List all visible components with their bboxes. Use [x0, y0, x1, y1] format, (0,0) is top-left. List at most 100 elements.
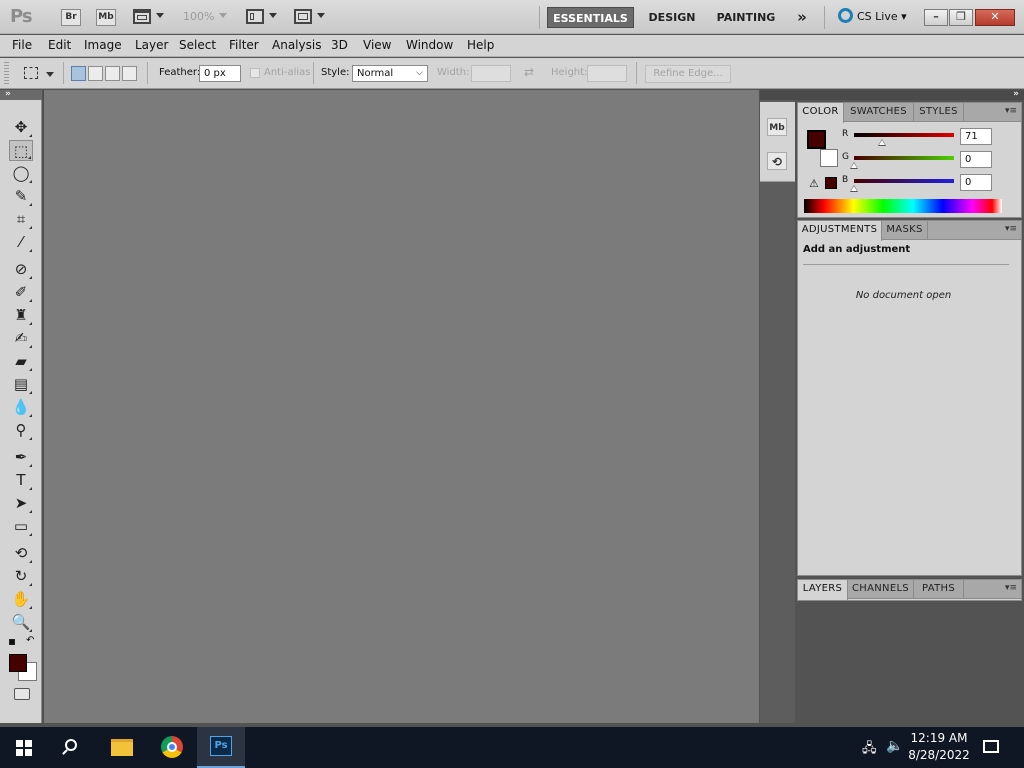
height-input[interactable]	[587, 65, 627, 82]
tool-preset-chevron-down-icon[interactable]	[46, 72, 54, 77]
tab-channels[interactable]: CHANNELS	[848, 580, 914, 599]
menu-analysis[interactable]: Analysis	[272, 38, 321, 52]
panel-menu-icon[interactable]: ▾≡	[1005, 224, 1017, 234]
tab-layers[interactable]: LAYERS	[798, 580, 848, 600]
zoom-tool[interactable]: 🔍	[9, 612, 33, 633]
history-panel-icon[interactable]: ⟲	[767, 152, 787, 170]
notifications-icon[interactable]	[983, 740, 999, 753]
path-selection-tool[interactable]: ➤	[9, 493, 33, 514]
width-input[interactable]	[471, 65, 511, 82]
3d-orbit-tool[interactable]: ↻	[9, 566, 33, 587]
view-extras-button[interactable]	[133, 9, 151, 24]
screen-mode-button[interactable]	[294, 9, 312, 24]
swap-colors-icon[interactable]: ↶	[26, 635, 34, 646]
menu-help[interactable]: Help	[467, 38, 494, 52]
volume-icon[interactable]: 🔈	[886, 738, 903, 754]
tools-panel-header[interactable]: »	[0, 89, 42, 100]
crop-tool[interactable]: ⌗	[9, 209, 33, 230]
channel-g-slider[interactable]	[854, 156, 954, 160]
arrange-documents-button[interactable]	[246, 9, 264, 24]
style-select[interactable]: Normal ⌵	[352, 65, 428, 82]
mini-bridge-button[interactable]: Mb	[96, 9, 116, 26]
network-icon[interactable]: 🖧	[862, 739, 877, 761]
clone-stamp-tool[interactable]: ♜	[9, 305, 33, 326]
shape-tool[interactable]: ▭	[9, 516, 33, 537]
tab-masks[interactable]: MASKS	[882, 221, 928, 240]
brush-tool[interactable]: ✐	[9, 282, 33, 303]
channel-g-thumb[interactable]	[850, 162, 858, 169]
channel-r-slider[interactable]	[854, 133, 954, 137]
anti-alias-checkbox[interactable]	[250, 68, 260, 78]
dock-header[interactable]	[760, 90, 795, 100]
type-tool[interactable]: T	[9, 470, 33, 491]
pen-tool[interactable]: ✒	[9, 447, 33, 468]
zoom-level[interactable]: 100%	[183, 10, 214, 23]
tab-styles[interactable]: STYLES	[914, 103, 964, 122]
workspace-painting[interactable]: PAINTING	[713, 7, 779, 28]
swap-icon[interactable]: ⇄	[524, 65, 534, 79]
zoom-chevron-down-icon[interactable]	[219, 13, 227, 18]
gamut-color-swatch[interactable]	[825, 177, 837, 189]
restore-button[interactable]: ❐	[949, 9, 973, 26]
start-button[interactable]	[0, 727, 48, 768]
lasso-tool[interactable]: ◯	[9, 163, 33, 184]
refine-edge-button[interactable]: Refine Edge...	[645, 65, 731, 83]
clock-time[interactable]: 12:19 AM	[908, 731, 970, 745]
menu-filter[interactable]: Filter	[229, 38, 259, 52]
tab-paths[interactable]: PATHS	[914, 580, 964, 599]
new-selection-button[interactable]	[71, 66, 86, 81]
menu-view[interactable]: View	[363, 38, 391, 52]
minimize-button[interactable]: –	[924, 9, 948, 26]
healing-brush-tool[interactable]: ⊘	[9, 259, 33, 280]
default-colors-icon[interactable]	[9, 639, 15, 645]
menu-edit[interactable]: Edit	[48, 38, 71, 52]
mini-bridge-panel-button[interactable]: Mb	[767, 118, 787, 136]
hand-tool[interactable]: ✋	[9, 589, 33, 610]
search-button[interactable]	[48, 727, 96, 768]
bridge-button[interactable]: Br	[61, 9, 81, 26]
clock-date[interactable]: 8/28/2022	[908, 748, 970, 762]
menu-image[interactable]: Image	[84, 38, 122, 52]
channel-b-slider[interactable]	[854, 179, 954, 183]
3d-rotate-tool[interactable]: ⟲	[9, 543, 33, 564]
workspace-design[interactable]: DESIGN	[644, 7, 700, 28]
chrome-button[interactable]	[148, 727, 196, 768]
screen-mode-chevron-down-icon[interactable]	[317, 13, 325, 18]
marquee-preset-icon[interactable]	[24, 67, 38, 79]
dodge-tool[interactable]: ⚲	[9, 420, 33, 441]
gradient-tool[interactable]: ▤	[9, 374, 33, 395]
collapse-icon[interactable]: »	[5, 89, 11, 99]
rectangular-marquee-tool[interactable]: ⬚	[9, 140, 33, 161]
add-to-selection-button[interactable]	[88, 66, 103, 81]
feather-input[interactable]: 0 px	[199, 65, 241, 82]
more-workspaces-button[interactable]: »	[790, 7, 814, 28]
tab-swatches[interactable]: SWATCHES	[844, 103, 914, 122]
collapse-icon[interactable]: »	[1013, 89, 1019, 99]
channel-r-thumb[interactable]	[878, 139, 886, 146]
color-spectrum-bar[interactable]	[804, 199, 1002, 213]
menu-window[interactable]: Window	[406, 38, 453, 52]
close-button[interactable]: ✕	[975, 9, 1015, 26]
cs-live-button[interactable]: CS Live ▾	[838, 8, 907, 26]
channel-b-input[interactable]: 0	[960, 174, 992, 191]
channel-r-input[interactable]: 71	[960, 128, 992, 145]
subtract-from-selection-button[interactable]	[105, 66, 120, 81]
quick-mask-icon[interactable]	[14, 688, 30, 700]
eyedropper-tool[interactable]: ⁄	[9, 232, 33, 253]
move-tool[interactable]: ✥	[9, 117, 33, 138]
menu-file[interactable]: File	[12, 38, 32, 52]
tab-color[interactable]: COLOR	[798, 103, 844, 123]
foreground-color-swatch[interactable]	[9, 654, 27, 672]
intersect-selection-button[interactable]	[122, 66, 137, 81]
workspace-essentials[interactable]: ESSENTIALS	[547, 7, 634, 28]
photoshop-taskbar-button[interactable]: Ps	[197, 727, 245, 768]
chevron-down-icon[interactable]	[156, 13, 164, 18]
color-panel-foreground-swatch[interactable]	[807, 130, 826, 149]
document-area[interactable]	[43, 90, 759, 723]
panels-header[interactable]: »	[795, 89, 1024, 100]
blur-tool[interactable]: 💧	[9, 397, 33, 418]
menu-layer[interactable]: Layer	[135, 38, 168, 52]
color-panel-background-swatch[interactable]	[820, 149, 838, 167]
panel-menu-icon[interactable]: ▾≡	[1005, 106, 1017, 116]
panel-menu-icon[interactable]: ▾≡	[1005, 583, 1017, 593]
